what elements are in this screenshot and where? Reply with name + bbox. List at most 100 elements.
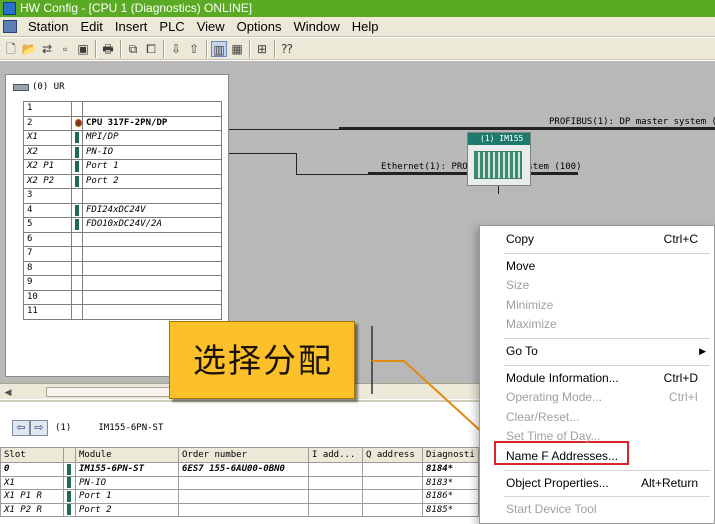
- rack-slot-number: 8: [23, 260, 72, 276]
- download-icon[interactable]: ⇩: [168, 41, 184, 57]
- app-icon: [3, 2, 16, 15]
- rack-slot-row[interactable]: 1: [23, 101, 222, 117]
- module-icon: [71, 260, 83, 276]
- menu-item-label: Minimize: [506, 297, 554, 312]
- toolbar-separator: [95, 40, 97, 58]
- detail-table-row[interactable]: X1 P1 R Port 1 8186*: [0, 489, 479, 504]
- print-icon[interactable]: 🖶: [100, 41, 116, 57]
- rack-module-name: [82, 260, 222, 276]
- profibus-line: [339, 127, 715, 130]
- column-header-i-address[interactable]: I add...: [308, 447, 363, 463]
- catalog-icon[interactable]: ▥: [211, 41, 227, 57]
- rack-slot-number: 1: [23, 101, 72, 117]
- column-header-diagnostics[interactable]: Diagnosti: [422, 447, 479, 463]
- detail-table-row[interactable]: X1 P2 R Port 2 8185*: [0, 502, 479, 517]
- context-menu-copy[interactable]: Copy Ctrl+C: [480, 230, 714, 249]
- network-view-icon[interactable]: ▦: [229, 41, 245, 57]
- menu-item-label: Go To: [506, 344, 538, 358]
- toolbar-separator: [120, 40, 122, 58]
- context-menu-go-to[interactable]: Go To ▶: [480, 342, 714, 361]
- save-compile-icon[interactable]: ▣: [75, 41, 91, 57]
- rack-slot-row[interactable]: 4 FDI24xDC24V: [23, 202, 222, 218]
- menu-window[interactable]: Window: [287, 17, 345, 37]
- module-icon: [71, 231, 83, 247]
- column-header-order-number[interactable]: Order number: [178, 447, 309, 463]
- toolbar-separator: [249, 40, 251, 58]
- accessible-nodes-icon[interactable]: ⇄: [39, 41, 55, 57]
- rack-slot-row[interactable]: X2 P1 Port 1: [23, 159, 222, 175]
- document-icon[interactable]: [3, 20, 17, 33]
- rack-slot-number: 11: [23, 304, 72, 320]
- rack-slot-row[interactable]: 2 CPU 317F-2PN/DP: [23, 115, 222, 131]
- rack-slot-number: X2 P1: [23, 159, 72, 175]
- menu-item-label: Clear/Reset...: [506, 409, 580, 424]
- rack-slot-row[interactable]: 10: [23, 289, 222, 305]
- cell-icon: [63, 475, 76, 490]
- go-online-icon[interactable]: ⊞: [254, 41, 270, 57]
- rack-slot-row[interactable]: 7: [23, 246, 222, 262]
- detail-table-row[interactable]: X1 PN-IO 8183*: [0, 475, 479, 490]
- paste-icon[interactable]: ⧠: [143, 41, 159, 57]
- help-icon[interactable]: ⁇: [279, 41, 295, 57]
- context-menu-move[interactable]: Move: [480, 257, 714, 276]
- context-menu-clear-reset: Clear/Reset...: [480, 408, 714, 427]
- cell-order-number: [178, 489, 309, 504]
- rack-slot-row[interactable]: X2 PN-IO: [23, 144, 222, 160]
- cell-diagnostics: 8183*: [422, 475, 479, 490]
- open-icon[interactable]: 📂: [21, 41, 37, 57]
- cell-i-address: [308, 489, 363, 504]
- save-icon[interactable]: ▫: [57, 41, 73, 57]
- rack-slot-number: X2: [23, 144, 72, 160]
- rack-slot-row[interactable]: 3: [23, 188, 222, 204]
- menu-item-label: Copy: [506, 232, 535, 246]
- cell-icon: [63, 462, 76, 477]
- menu-insert[interactable]: Insert: [109, 17, 154, 37]
- rack-icon: [13, 84, 29, 91]
- menu-view[interactable]: View: [191, 17, 231, 37]
- cell-order-number: [178, 502, 309, 517]
- menu-plc[interactable]: PLC: [153, 17, 190, 37]
- rack-slot-number: 9: [23, 275, 72, 291]
- cell-q-address: [362, 475, 423, 490]
- rack-slot-number: X2 P2: [23, 173, 72, 189]
- column-header-q-address[interactable]: Q address: [362, 447, 423, 463]
- menu-item-label: Operating Mode...: [506, 390, 603, 405]
- context-menu-name-f-addresses[interactable]: Name F Addresses...: [480, 447, 714, 466]
- cell-module: IM155-6PN-ST: [75, 462, 179, 477]
- cell-diagnostics: 8184*: [422, 462, 479, 477]
- rack-slot-row[interactable]: 5 FDO10xDC24V/2A: [23, 217, 222, 233]
- context-menu-module-information[interactable]: Module Information... Ctrl+D: [480, 369, 714, 388]
- rack-slot-row[interactable]: 8: [23, 260, 222, 276]
- cell-slot: 0: [0, 462, 64, 477]
- cell-icon: [63, 502, 76, 517]
- context-menu-object-properties[interactable]: Object Properties... Alt+Return: [480, 474, 714, 493]
- back-arrow-icon[interactable]: ⇦: [12, 420, 30, 436]
- forward-arrow-icon[interactable]: ⇨: [30, 420, 48, 436]
- menu-options[interactable]: Options: [231, 17, 288, 37]
- rack-slot-row[interactable]: 6: [23, 231, 222, 247]
- rack-slot-row[interactable]: X1 MPI/DP: [23, 130, 222, 146]
- column-header-slot[interactable]: Slot: [0, 447, 64, 463]
- rack-module-name: FDO10xDC24V/2A: [82, 217, 222, 233]
- menu-item-label: Set Time of Day...: [506, 429, 601, 444]
- cell-icon: [63, 489, 76, 504]
- scroll-left-icon[interactable]: ◀: [2, 386, 14, 398]
- rack-slot-row[interactable]: X2 P2 Port 2: [23, 173, 222, 189]
- menu-edit[interactable]: Edit: [74, 17, 108, 37]
- column-header-module[interactable]: Module: [75, 447, 179, 463]
- mpi-connection-line: [229, 129, 339, 130]
- upload-icon[interactable]: ⇧: [186, 41, 202, 57]
- rack-slot-row[interactable]: 11: [23, 304, 222, 320]
- rack-slot-number: 5: [23, 217, 72, 233]
- toolbar: 🗋 📂 ⇄ ▫ ▣ 🖶 ⧉ ⧠ ⇩ ⇧ ▥ ▦ ⊞ ⁇: [0, 38, 715, 60]
- menu-help[interactable]: Help: [346, 17, 385, 37]
- detail-station-name: IM155-6PN-ST: [98, 423, 164, 433]
- rack-slot-row[interactable]: 9: [23, 275, 222, 291]
- module-icon: [71, 144, 83, 160]
- ethernet-riser-line: [296, 153, 297, 175]
- menu-station[interactable]: Station: [22, 17, 74, 37]
- detail-table-row[interactable]: 0 IM155-6PN-ST 6ES7 155-6AU00-0BN0 8184*: [0, 462, 479, 477]
- copy-icon[interactable]: ⧉: [125, 41, 141, 57]
- im155-device[interactable]: (1) IM155: [467, 132, 531, 186]
- new-icon[interactable]: 🗋: [3, 41, 19, 57]
